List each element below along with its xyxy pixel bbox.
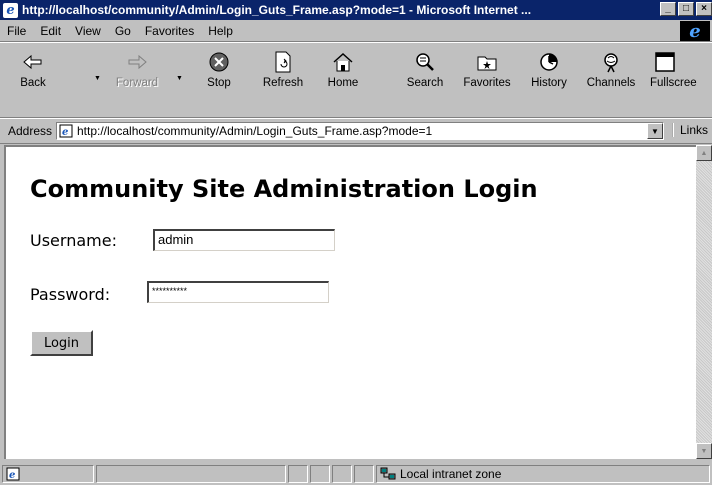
refresh-label: Refresh [262, 77, 304, 89]
status-pane-main: e [2, 465, 94, 483]
search-button[interactable]: Search [398, 47, 452, 97]
forward-dropdown-icon[interactable]: ▼ [176, 75, 183, 82]
username-input[interactable]: admin [153, 229, 335, 251]
menu-bar: File Edit View Go Favorites Help [0, 21, 712, 42]
address-url: http://localhost/community/Admin/Login_G… [77, 124, 433, 138]
menu-file[interactable]: File [0, 24, 33, 38]
history-icon [536, 49, 562, 75]
refresh-icon [270, 49, 296, 75]
svg-text:e: e [9, 470, 15, 481]
status-bar: e Local intranet zone [0, 463, 712, 485]
channels-icon [598, 49, 624, 75]
maximize-button[interactable]: □ [678, 2, 694, 16]
history-label: History [531, 77, 567, 89]
forward-button[interactable]: Forward [110, 47, 164, 97]
fullscreen-button[interactable]: Fullscree [646, 47, 712, 97]
menu-help[interactable]: Help [201, 24, 240, 38]
channels-label: Channels [586, 77, 636, 89]
scroll-down-icon[interactable]: ▼ [696, 443, 712, 459]
address-input[interactable]: e http://localhost/community/Admin/Login… [56, 122, 664, 140]
history-button[interactable]: History [522, 47, 576, 97]
links-button[interactable]: Links [672, 123, 708, 137]
home-icon [330, 49, 356, 75]
menu-edit[interactable]: Edit [33, 24, 68, 38]
menu-go[interactable]: Go [108, 24, 138, 38]
page-content: Community Site Administration Login User… [4, 145, 696, 459]
forward-arrow-icon [124, 49, 150, 75]
intranet-zone-icon [380, 467, 396, 480]
channels-button[interactable]: Channels [584, 47, 638, 97]
favorites-icon [474, 49, 500, 75]
forward-label: Forward [115, 77, 159, 89]
home-button[interactable]: Home [316, 47, 370, 97]
address-dropdown-icon[interactable]: ▼ [647, 123, 663, 139]
status-pane-4 [354, 465, 374, 483]
refresh-button[interactable]: Refresh [256, 47, 310, 97]
favorites-button[interactable]: Favorites [460, 47, 514, 97]
title-bar: e http://localhost/community/Admin/Login… [0, 0, 712, 20]
toolbar: Back ▼ Forward ▼ Stop Refresh Home Searc… [0, 42, 712, 118]
fullscreen-label: Fullscree [650, 77, 697, 89]
status-page-icon: e [6, 467, 20, 481]
ie-window-icon[interactable]: e [3, 2, 18, 18]
back-button[interactable]: Back [6, 47, 60, 97]
caption-buttons: _ □ × [660, 2, 712, 16]
stop-label: Stop [207, 77, 231, 89]
page-title: Community Site Administration Login [30, 175, 538, 203]
address-label: Address [8, 124, 53, 138]
search-icon [412, 49, 438, 75]
address-bar: Address e http://localhost/community/Adm… [0, 118, 712, 144]
login-button[interactable]: Login [30, 330, 93, 356]
back-dropdown-icon[interactable]: ▼ [94, 75, 101, 82]
close-button[interactable]: × [696, 2, 712, 16]
status-pane-2 [310, 465, 330, 483]
stop-button[interactable]: Stop [192, 47, 246, 97]
back-arrow-icon [20, 49, 46, 75]
back-label: Back [20, 77, 46, 89]
search-label: Search [406, 77, 444, 89]
status-pane-1 [288, 465, 308, 483]
scroll-up-icon[interactable]: ▲ [696, 145, 712, 161]
password-input[interactable]: ********** [147, 281, 329, 303]
status-pane-3 [332, 465, 352, 483]
stop-icon [206, 49, 232, 75]
favorites-label: Favorites [463, 77, 511, 89]
ie-logo-icon: e [680, 21, 710, 42]
window-title: http://localhost/community/Admin/Login_G… [22, 3, 532, 17]
status-pane-progress [96, 465, 286, 483]
zone-label: Local intranet zone [400, 467, 502, 481]
password-label: Password: [30, 285, 111, 304]
status-pane-zone: Local intranet zone [376, 465, 710, 483]
vertical-scrollbar[interactable]: ▲ ▼ [696, 145, 712, 459]
menu-view[interactable]: View [68, 24, 108, 38]
home-label: Home [327, 77, 359, 89]
username-label: Username: [30, 231, 117, 250]
menu-favorites[interactable]: Favorites [138, 24, 201, 38]
minimize-button[interactable]: _ [660, 2, 676, 16]
ie-page-icon: e [59, 124, 73, 138]
svg-text:e: e [62, 127, 68, 138]
fullscreen-icon [652, 49, 678, 75]
